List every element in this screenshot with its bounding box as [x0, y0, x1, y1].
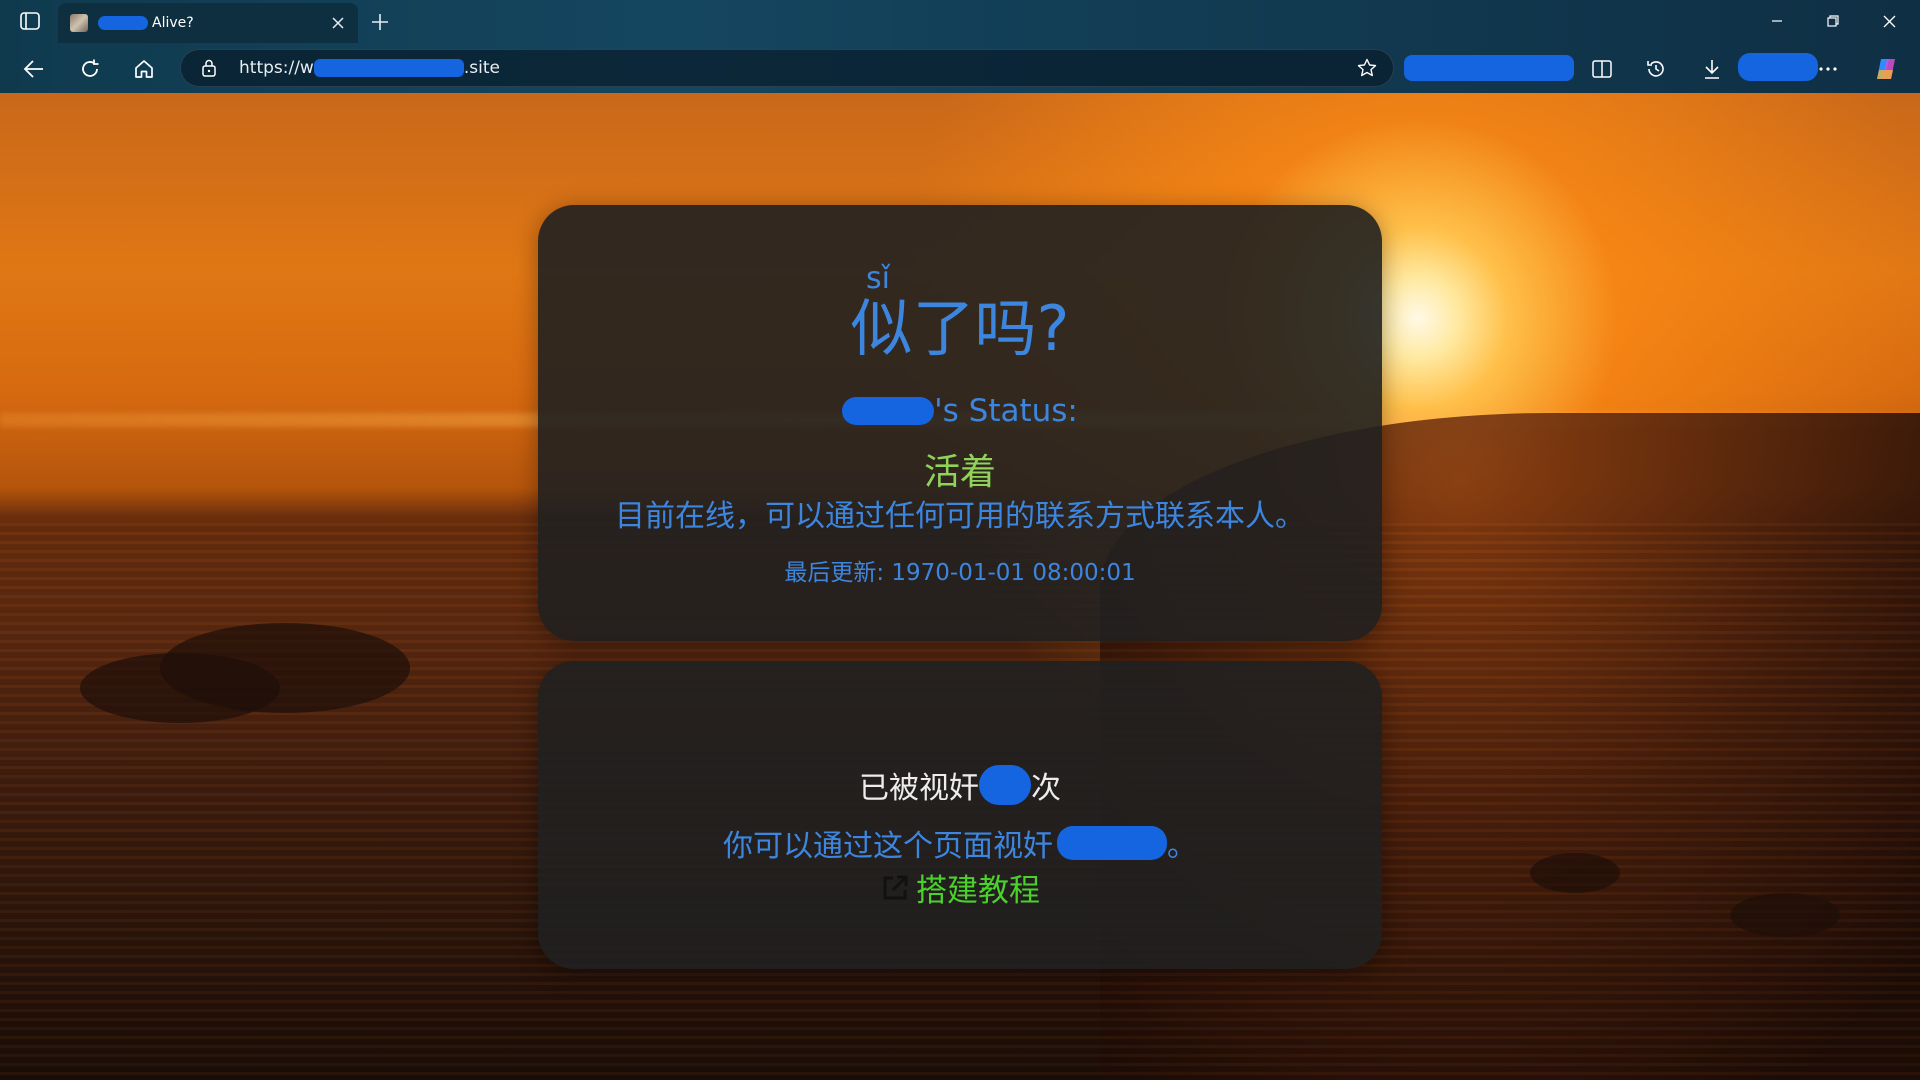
tab-actions-icon: [20, 12, 40, 30]
tab-close-button[interactable]: [324, 9, 352, 37]
status-line: 's Status:: [538, 393, 1382, 429]
visits-card: 已被视奸 次 你可以通过这个页面视奸 。 搭建教程: [538, 661, 1382, 969]
close-icon: [1883, 15, 1895, 27]
visit-desc-suffix: 。: [1167, 829, 1197, 864]
visit-count-suffix: 次: [1031, 771, 1061, 806]
more-icon: [1819, 67, 1837, 71]
status-value: 活着: [923, 452, 996, 493]
browser-chrome: Alive? https://w .site: [0, 0, 1920, 93]
home-icon: [135, 60, 153, 78]
rock: [1730, 893, 1840, 937]
lock-icon: [202, 59, 216, 77]
tab-favicon: [70, 14, 88, 32]
redacted-username: [842, 397, 935, 425]
external-link-icon[interactable]: [880, 873, 910, 903]
rock: [160, 623, 410, 713]
home-button[interactable]: [128, 53, 160, 85]
redacted-url: [313, 59, 464, 77]
toolbar: https://w .site: [0, 43, 1920, 93]
visit-description: 你可以通过这个页面视奸 。: [538, 821, 1382, 865]
address-bar[interactable]: https://w .site: [180, 49, 1394, 87]
redacted-name: [1057, 826, 1167, 860]
refresh-icon: [82, 59, 99, 77]
more-button[interactable]: [1812, 53, 1844, 85]
status-card: sǐ 似了吗? 's Status: 活着 目前在线，可以通过任何可用的联系方式…: [538, 205, 1382, 641]
rock: [1530, 853, 1620, 893]
new-tab-button[interactable]: [366, 8, 394, 36]
status-description: 目前在线，可以通过任何可用的联系方式联系本人。: [615, 499, 1305, 534]
history-button[interactable]: [1640, 53, 1672, 85]
redacted-profile: [1738, 53, 1818, 81]
tutorial-row: 搭建教程: [538, 865, 1382, 910]
back-icon: [23, 60, 43, 78]
lock-button[interactable]: [199, 58, 219, 78]
redacted-count: [979, 765, 1031, 805]
copilot-button[interactable]: [1870, 53, 1902, 85]
title-block: sǐ 似了吗?: [538, 261, 1382, 365]
split-screen-button[interactable]: [1586, 53, 1618, 85]
refresh-button[interactable]: [74, 53, 106, 85]
last-update: 最后更新: 1970-01-01 08:00:01: [784, 560, 1136, 586]
tutorial-link[interactable]: 搭建教程: [916, 865, 1040, 910]
page-title: 似了吗?: [850, 292, 1070, 365]
visit-count: 已被视奸 次: [538, 763, 1382, 807]
tab-title: Alive?: [98, 15, 324, 31]
tab-active[interactable]: Alive?: [58, 3, 358, 43]
downloads-button[interactable]: [1696, 53, 1728, 85]
redacted-extensions: [1404, 55, 1574, 81]
restore-button[interactable]: [1810, 6, 1856, 36]
minimize-icon: [1772, 20, 1782, 22]
minimize-button[interactable]: [1754, 6, 1800, 36]
copilot-icon: [1877, 59, 1895, 79]
page-background: sǐ 似了吗? 's Status: 活着 目前在线，可以通过任何可用的联系方式…: [0, 93, 1920, 1080]
back-button[interactable]: [18, 53, 50, 85]
download-icon: [1705, 60, 1719, 79]
split-screen-icon: [1592, 60, 1612, 78]
favorite-button[interactable]: [1355, 56, 1379, 80]
close-icon: [332, 17, 344, 29]
history-icon: [1647, 61, 1664, 77]
visit-desc-prefix: 你可以通过这个页面视奸: [723, 829, 1053, 864]
status-label: 's Status:: [934, 393, 1078, 429]
plus-icon: [372, 14, 388, 30]
url-text: https://w .site: [239, 58, 500, 78]
tab-actions-button[interactable]: [14, 8, 46, 34]
visit-count-prefix: 已被视奸: [859, 771, 979, 806]
star-icon: [1357, 58, 1377, 77]
restore-icon: [1827, 15, 1839, 27]
close-window-button[interactable]: [1866, 6, 1912, 36]
tab-strip: Alive?: [0, 0, 1920, 43]
redacted-name: [98, 16, 148, 30]
